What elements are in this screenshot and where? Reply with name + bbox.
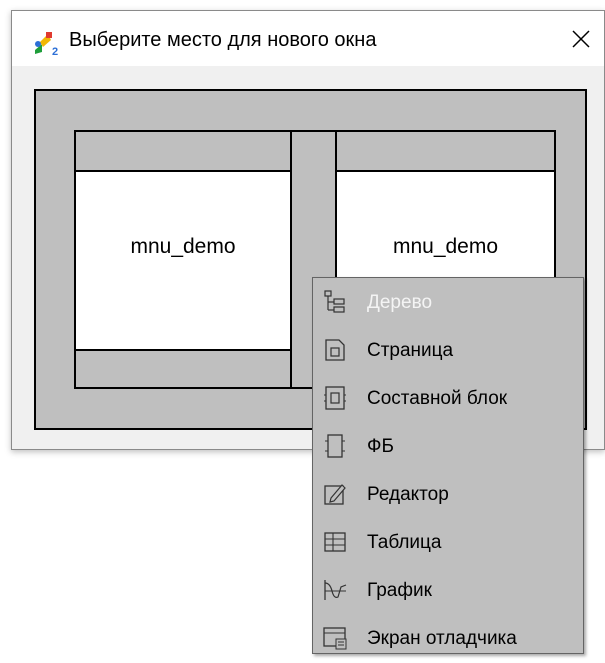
- svg-text:2: 2: [52, 46, 58, 56]
- composite-block-icon: [324, 386, 346, 410]
- menu-item-label: Страница: [367, 340, 454, 361]
- menu-item-label: Составной блок: [367, 388, 508, 409]
- tree-icon: [324, 290, 345, 313]
- close-button[interactable]: [558, 11, 604, 66]
- app-icon: 2: [35, 32, 58, 56]
- context-menu: Дерево Страница Составной блок ФБ Редакт…: [312, 277, 584, 654]
- menu-item-graph[interactable]: График: [313, 569, 583, 615]
- menu-item-label: ФБ: [367, 436, 394, 457]
- debugger-screen-icon: [323, 627, 347, 650]
- menu-item-function-block[interactable]: ФБ: [313, 425, 583, 471]
- menu-item-debugger-screen[interactable]: Экран отладчика: [313, 617, 583, 663]
- window-title: Выберите место для нового окна: [69, 29, 377, 51]
- menu-item-editor[interactable]: Редактор: [313, 473, 583, 519]
- menu-item-label: Экран отладчика: [367, 628, 517, 649]
- left-bottom-strip[interactable]: [74, 349, 292, 389]
- menu-item-page[interactable]: Страница: [313, 329, 583, 375]
- page-icon: [325, 339, 345, 361]
- table-icon: [324, 532, 346, 552]
- menu-item-tree[interactable]: Дерево: [313, 281, 583, 327]
- menu-item-label: График: [367, 580, 432, 601]
- function-block-icon: [325, 434, 345, 458]
- menu-item-table[interactable]: Таблица: [313, 521, 583, 567]
- left-window-cell[interactable]: mnu_demo: [74, 170, 292, 351]
- menu-item-label: Таблица: [367, 532, 442, 553]
- menu-item-label: Дерево: [367, 292, 433, 313]
- editor-icon: [324, 484, 346, 505]
- menu-item-composite-block[interactable]: Составной блок: [313, 377, 583, 423]
- left-cell-label: mnu_demo: [130, 234, 236, 258]
- menu-item-label: Редактор: [367, 484, 449, 505]
- title-bar[interactable]: 2 Выберите место для нового окна: [12, 11, 604, 66]
- right-cell-label: mnu_demo: [392, 234, 499, 258]
- close-icon: [572, 29, 590, 48]
- graph-icon: [324, 580, 347, 600]
